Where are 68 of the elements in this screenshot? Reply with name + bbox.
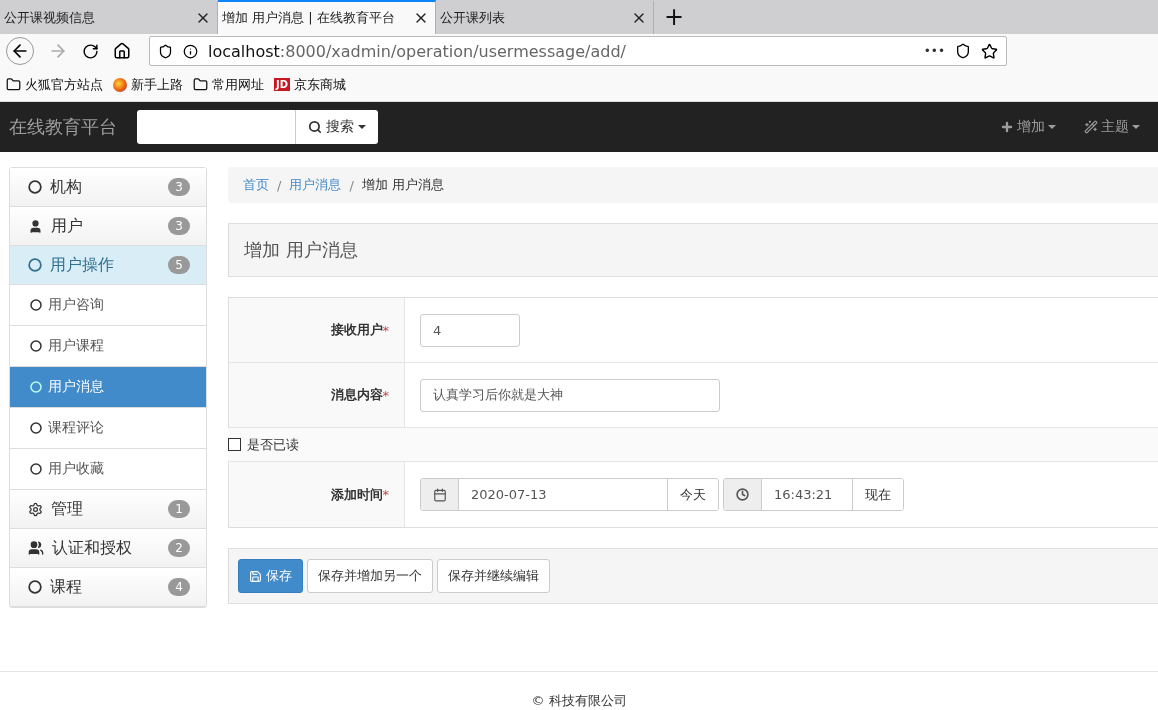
text-field[interactable]: 认真学习后你就是大神 <box>420 378 720 412</box>
browser-logo-icon <box>113 77 127 92</box>
reload-icon[interactable] <box>82 42 99 60</box>
users-icon <box>28 540 44 556</box>
clock-icon <box>736 488 749 501</box>
save-button[interactable]: 保存 <box>238 559 303 593</box>
breadcrumb-link[interactable]: 用户消息 <box>289 176 342 194</box>
browser-tab[interactable]: 增加 用户消息 | 在线教育平台 <box>218 0 436 34</box>
breadcrumb-link[interactable]: 首页 <box>243 176 269 194</box>
breadcrumb-separator: / <box>349 177 354 193</box>
count-badge: 1 <box>168 500 190 518</box>
wand-icon <box>1084 120 1098 134</box>
folder-icon <box>6 77 21 92</box>
circle-icon <box>30 463 42 475</box>
field-label: 添加时间* <box>229 462 405 527</box>
circle-icon <box>28 580 42 594</box>
bookmark-link[interactable]: 常用网址 <box>212 75 264 94</box>
home-icon[interactable] <box>113 42 131 60</box>
settings-icon <box>28 501 43 517</box>
copyright-text: © 科技有限公司 <box>531 693 627 708</box>
bookmark-link[interactable]: 火狐官方站点 <box>25 75 103 94</box>
bookmark-link[interactable]: 新手上路 <box>131 75 183 94</box>
new-tab-button[interactable]: + <box>654 0 695 34</box>
current-page-title: 增加 用户消息 <box>361 176 444 194</box>
plus-icon <box>1000 120 1014 134</box>
info-icon <box>183 43 198 59</box>
site-brand[interactable]: 在线教育平台 <box>9 115 117 139</box>
folder-icon <box>193 77 208 92</box>
shop-logo-icon: JD <box>274 78 291 91</box>
shield-icon <box>158 43 173 59</box>
count-badge: 4 <box>168 578 190 596</box>
field-label: 消息内容* <box>229 363 405 427</box>
bookmark-link[interactable]: 京东商城 <box>294 75 347 94</box>
nav-menu[interactable]: 增加 <box>1000 118 1056 136</box>
count-badge: 3 <box>168 217 190 235</box>
more-button[interactable]: ••• <box>923 44 945 58</box>
count-badge: 5 <box>168 256 190 274</box>
now-button[interactable]: 现在 <box>852 479 903 510</box>
search-button[interactable]: 搜索 <box>295 110 378 144</box>
breadcrumb-separator: / <box>277 177 282 193</box>
panel-title: 增加 用户消息 <box>228 223 1158 277</box>
text-field[interactable]: 4 <box>420 313 520 347</box>
address-bar[interactable]: localhost:8000/xadmin/operation/usermessage/add/ ••• <box>149 36 1007 66</box>
save-button[interactable]: 保存并继续编辑 <box>437 559 550 593</box>
user-icon <box>28 218 43 234</box>
today-button[interactable]: 今天 <box>667 479 718 510</box>
count-badge: 3 <box>168 178 190 196</box>
save-button[interactable]: 保存并增加另一个 <box>307 559 433 593</box>
circle-icon <box>30 340 42 352</box>
count-badge: 2 <box>168 539 190 557</box>
field-label: 接收用户* <box>229 298 405 362</box>
checkbox[interactable] <box>228 438 241 451</box>
calendar-icon <box>432 487 447 502</box>
circle-icon <box>28 258 42 272</box>
save-icon <box>249 569 262 583</box>
date-field[interactable]: 2020-07-13 今天 <box>420 478 719 511</box>
circle-icon <box>30 299 42 311</box>
search-icon <box>308 120 322 134</box>
checkbox-label: 是否已读 <box>247 435 299 454</box>
sidebar-item[interactable]: 用户消息 <box>10 367 206 408</box>
sidebar-group[interactable]: 机构 3 <box>10 168 206 207</box>
circle-icon <box>28 180 42 194</box>
sidebar-group[interactable]: 用户操作 5 <box>10 246 206 285</box>
star-icon[interactable] <box>981 42 998 60</box>
time-field[interactable]: 16:43:21 现在 <box>723 478 904 511</box>
nav-menu[interactable]: 主题 <box>1084 118 1140 136</box>
circle-icon <box>30 381 42 393</box>
circle-icon <box>30 422 42 434</box>
